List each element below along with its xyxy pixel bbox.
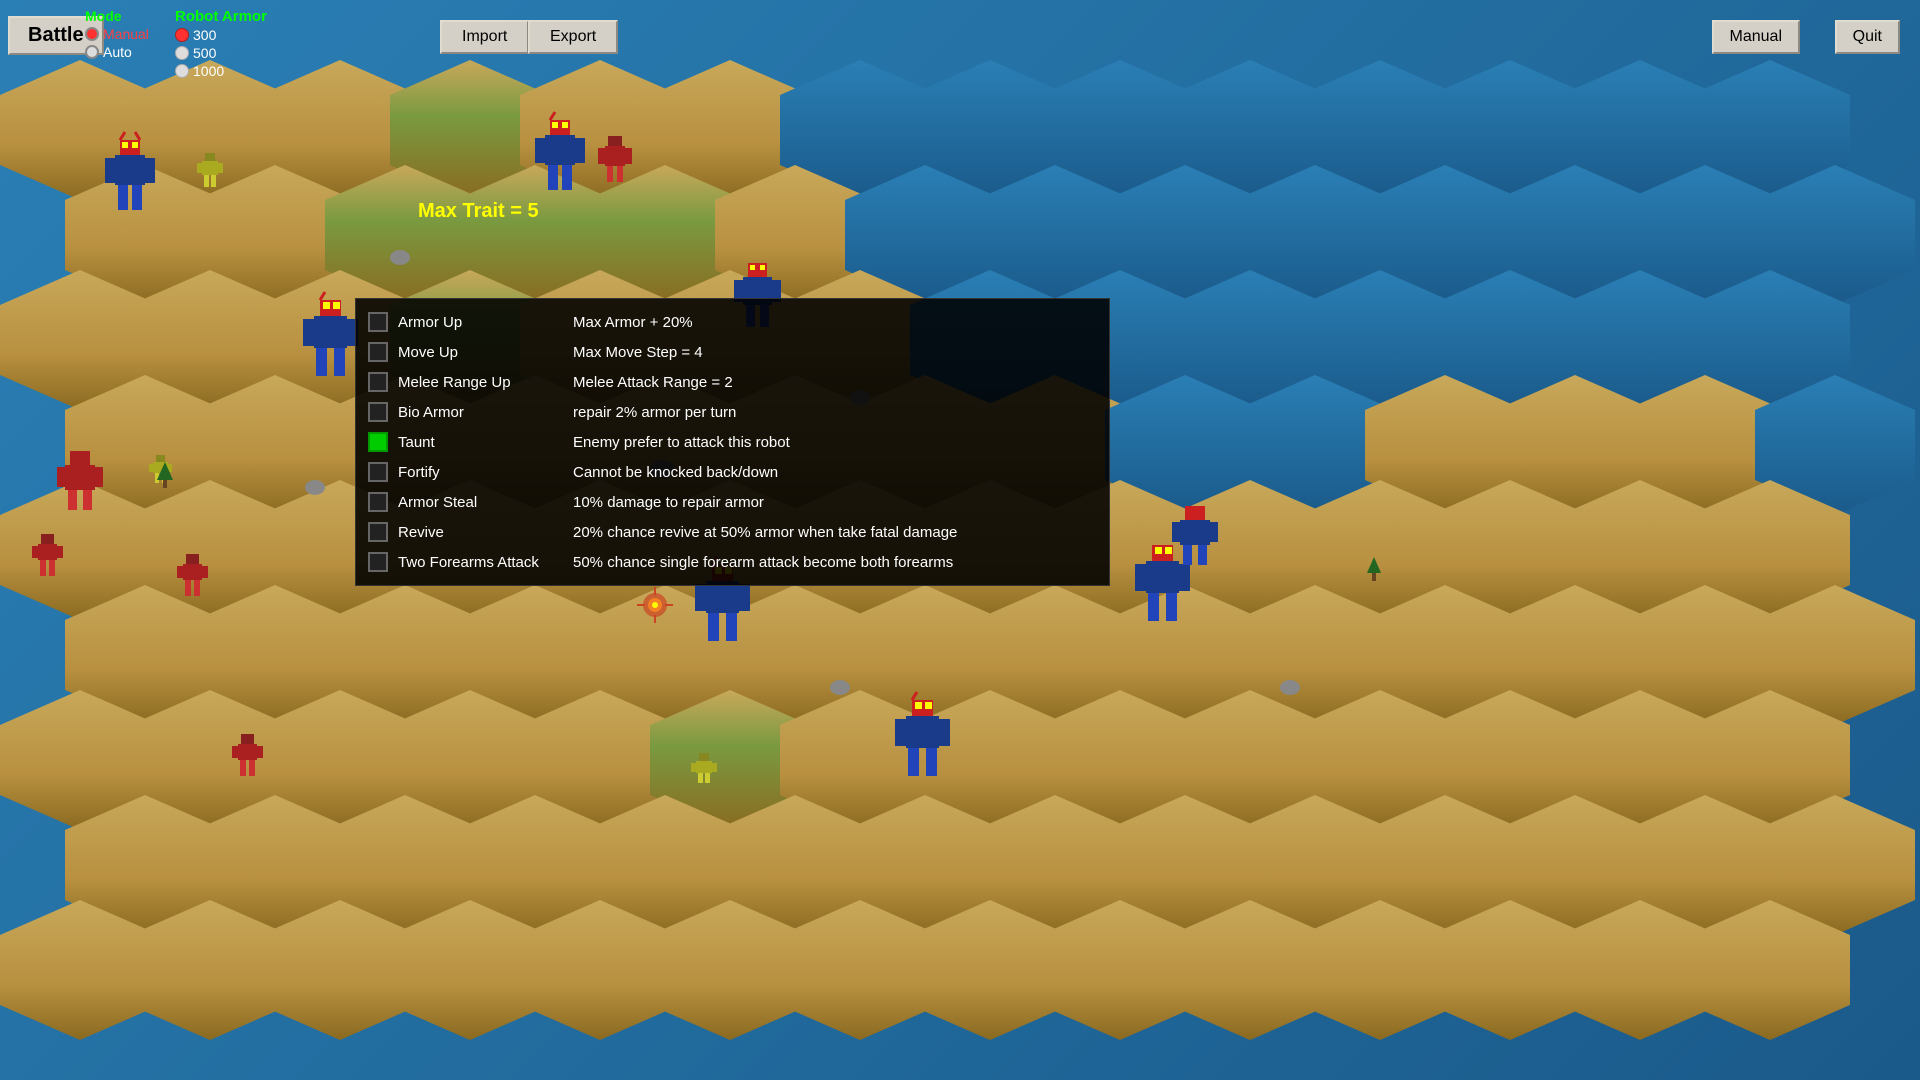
trait-desc-bio-armor: repair 2% armor per turn: [573, 404, 1097, 421]
trait-checkbox-two-forearms[interactable]: [368, 552, 388, 572]
trait-checkbox-melee-range-up[interactable]: [368, 372, 388, 392]
trait-checkbox-taunt[interactable]: [368, 432, 388, 452]
trait-row-armor-up: Armor Up Max Armor + 20%: [356, 307, 1109, 337]
trait-checkbox-armor-up[interactable]: [368, 312, 388, 332]
trait-desc-melee-range-up: Melee Attack Range = 2: [573, 374, 1097, 391]
traits-panel: Armor Up Max Armor + 20% Move Up Max Move S…: [355, 298, 1110, 586]
trait-checkbox-armor-steal[interactable]: [368, 492, 388, 512]
trait-row-fortify: Fortify Cannot be knocked back/down: [356, 457, 1109, 487]
trait-checkbox-move-up[interactable]: [368, 342, 388, 362]
trait-name-revive: Revive: [398, 524, 563, 541]
trait-row-two-forearms: Two Forearms Attack 50% chance single for…: [356, 547, 1109, 577]
trait-checkbox-fortify[interactable]: [368, 462, 388, 482]
trait-name-move-up: Move Up: [398, 344, 563, 361]
trait-name-bio-armor: Bio Armor: [398, 404, 563, 421]
trait-row-taunt: Taunt Enemy prefer to attack this robot: [356, 427, 1109, 457]
export-button[interactable]: Export: [528, 20, 618, 54]
manual-button[interactable]: Manual: [1712, 20, 1800, 54]
trait-desc-two-forearms: 50% chance single forearm attack become …: [573, 554, 1097, 571]
trait-desc-revive: 20% chance revive at 50% armor when take…: [573, 524, 1097, 541]
trait-row-revive: Revive 20% chance revive at 50% armor whe…: [356, 517, 1109, 547]
trait-checkbox-revive[interactable]: [368, 522, 388, 542]
trait-desc-armor-steal: 10% damage to repair armor: [573, 494, 1097, 511]
trait-name-melee-range-up: Melee Range Up: [398, 374, 563, 391]
trait-row-move-up: Move Up Max Move Step = 4: [356, 337, 1109, 367]
trait-name-armor-up: Armor Up: [398, 314, 563, 331]
trait-row-armor-steal: Armor Steal 10% damage to repair armor: [356, 487, 1109, 517]
battle-button[interactable]: Battle: [8, 16, 104, 55]
trait-checkbox-bio-armor[interactable]: [368, 402, 388, 422]
trait-name-fortify: Fortify: [398, 464, 563, 481]
trait-desc-fortify: Cannot be knocked back/down: [573, 464, 1097, 481]
trait-row-melee-range-up: Melee Range Up Melee Attack Range = 2: [356, 367, 1109, 397]
trait-desc-armor-up: Max Armor + 20%: [573, 314, 1097, 331]
trait-name-two-forearms: Two Forearms Attack: [398, 554, 563, 571]
trait-desc-taunt: Enemy prefer to attack this robot: [573, 434, 1097, 451]
trait-name-taunt: Taunt: [398, 434, 563, 451]
quit-button[interactable]: Quit: [1835, 20, 1900, 54]
trait-row-bio-armor: Bio Armor repair 2% armor per turn: [356, 397, 1109, 427]
import-button[interactable]: Import: [440, 20, 529, 54]
trait-desc-move-up: Max Move Step = 4: [573, 344, 1097, 361]
trait-name-armor-steal: Armor Steal: [398, 494, 563, 511]
